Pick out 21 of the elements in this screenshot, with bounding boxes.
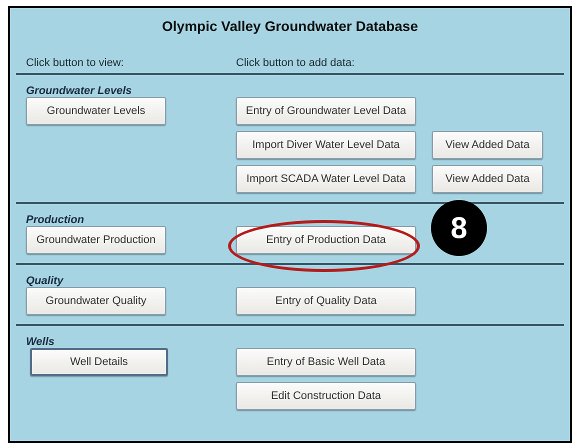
form-button[interactable]: View Added Data — [432, 131, 543, 159]
form-button[interactable]: Groundwater Quality — [26, 287, 166, 315]
column-header: Click button to add data: — [236, 56, 355, 69]
form-button[interactable]: View Added Data — [432, 165, 543, 193]
step-badge: 8 — [431, 200, 487, 256]
form-button[interactable]: Groundwater Production — [26, 226, 166, 254]
form-button[interactable]: Entry of Production Data — [236, 226, 416, 254]
section-heading: Wells — [26, 336, 55, 348]
form-button[interactable]: Well Details — [30, 348, 168, 376]
form-button[interactable]: Entry of Basic Well Data — [236, 348, 416, 376]
section-heading: Quality — [26, 275, 64, 287]
form-button[interactable]: Groundwater Levels — [26, 97, 166, 125]
form-button[interactable]: Import Diver Water Level Data — [236, 131, 416, 159]
form-button[interactable]: Edit Construction Data — [236, 382, 416, 410]
column-header: Click button to view: — [26, 56, 125, 69]
form-button[interactable]: Entry of Quality Data — [236, 287, 416, 315]
form-title: Olympic Valley Groundwater Database — [162, 18, 418, 34]
form-button[interactable]: Import SCADA Water Level Data — [236, 165, 416, 193]
form-button[interactable]: Entry of Groundwater Level Data — [236, 97, 416, 125]
section-heading: Production — [26, 214, 84, 226]
section-heading: Groundwater Levels — [26, 85, 132, 97]
